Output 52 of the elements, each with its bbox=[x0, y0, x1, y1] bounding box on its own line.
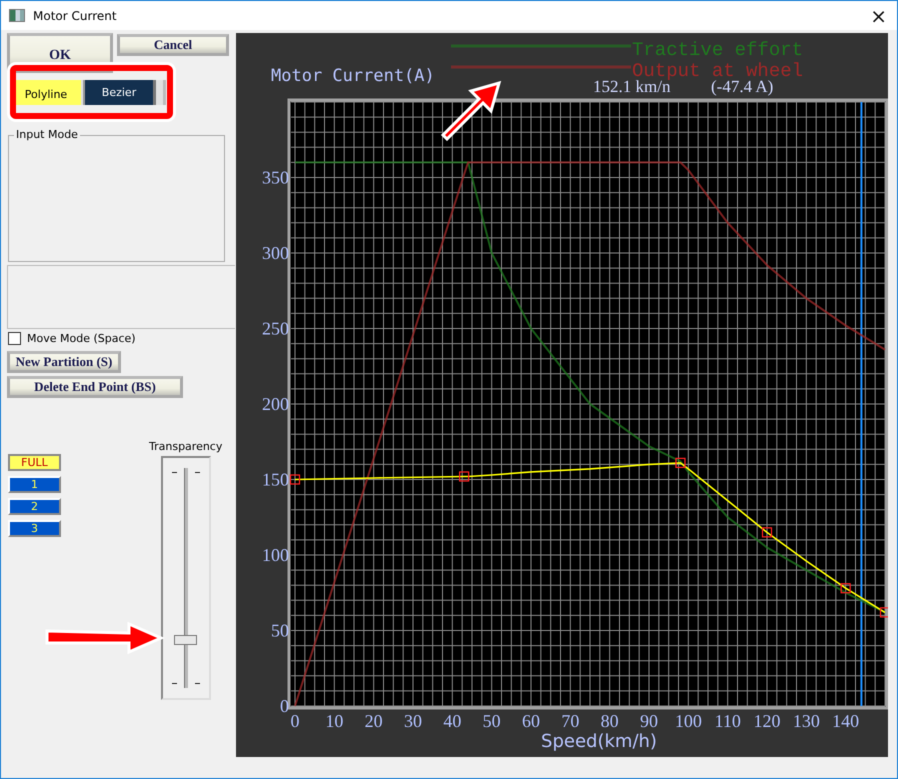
legend-label: Tractive effort bbox=[632, 39, 804, 61]
action-button[interactable]: New Partition (S) bbox=[7, 351, 121, 373]
x-tick-label: 80 bbox=[600, 711, 619, 731]
x-axis-label: Speed(km/h) bbox=[541, 731, 657, 752]
y-tick-label: 350 bbox=[262, 168, 289, 188]
y-tick-label: 150 bbox=[262, 470, 289, 490]
level-button[interactable]: FULL bbox=[8, 454, 61, 471]
point-marker[interactable] bbox=[840, 583, 851, 594]
x-tick-label: 10 bbox=[325, 711, 344, 731]
x-tick-label: 30 bbox=[404, 711, 422, 731]
slider-thumb[interactable] bbox=[174, 634, 197, 645]
level-button[interactable]: 3 bbox=[8, 520, 61, 537]
point-marker[interactable] bbox=[675, 458, 686, 468]
x-tick-label: 130 bbox=[792, 711, 820, 731]
chart-title: Motor Current(A) bbox=[271, 66, 435, 86]
level-button[interactable]: 2 bbox=[8, 498, 61, 515]
point-marker[interactable] bbox=[459, 471, 470, 482]
transparency-slider[interactable] bbox=[160, 456, 211, 700]
point-marker[interactable] bbox=[290, 474, 300, 485]
level-button[interactable]: 1 bbox=[8, 476, 61, 493]
x-tick-label: 90 bbox=[640, 711, 658, 731]
slider-label: Transparency bbox=[149, 440, 222, 453]
y-tick-label: 0 bbox=[280, 696, 289, 716]
mode-tab[interactable]: Bezier bbox=[83, 80, 156, 105]
x-tick-label: 50 bbox=[482, 711, 501, 731]
x-tick-label: 70 bbox=[561, 711, 580, 731]
arrow bbox=[440, 80, 502, 142]
x-tick-label: 20 bbox=[364, 711, 383, 731]
x-tick-label: 60 bbox=[522, 711, 540, 731]
y-tick-label: 50 bbox=[271, 620, 289, 640]
y-tick-label: 100 bbox=[262, 545, 289, 565]
x-tick-label: 120 bbox=[754, 711, 780, 731]
x-tick-label: 0 bbox=[290, 711, 300, 731]
x-tick-label: 40 bbox=[443, 711, 462, 731]
move-mode-checkbox[interactable] bbox=[8, 332, 21, 345]
action-button[interactable]: Delete End Point (BS) bbox=[7, 376, 183, 398]
app-icon bbox=[9, 9, 25, 22]
x-tick-label: 140 bbox=[832, 711, 860, 731]
y-tick-label: 250 bbox=[262, 318, 289, 338]
value-readout: (-47.4 A) bbox=[711, 77, 774, 96]
point-marker[interactable] bbox=[880, 607, 888, 618]
x-tick-label: 110 bbox=[714, 711, 741, 731]
x-tick-label: 100 bbox=[674, 711, 702, 731]
y-tick-label: 200 bbox=[262, 394, 289, 414]
speed-readout: 152.1 km/n bbox=[593, 77, 670, 96]
point-marker[interactable] bbox=[762, 527, 772, 538]
checkbox-label: Move Mode (Space) bbox=[27, 332, 136, 345]
cancel-button[interactable]: Cancel bbox=[117, 34, 229, 56]
group-label: Input Mode bbox=[14, 128, 80, 141]
close-button[interactable]: × bbox=[860, 2, 897, 30]
window-title: Motor Current bbox=[33, 8, 117, 22]
y-tick-label: 300 bbox=[262, 243, 289, 263]
